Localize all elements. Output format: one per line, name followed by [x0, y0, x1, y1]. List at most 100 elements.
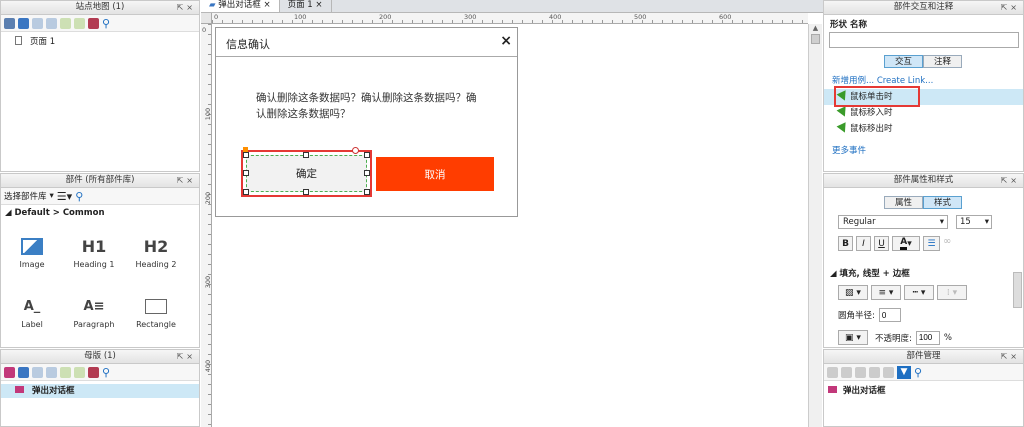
panel-pin-icon[interactable]: ⇱×	[1001, 1, 1020, 14]
indent-icon[interactable]	[60, 17, 71, 29]
panel-pin-icon[interactable]: ⇱×	[177, 1, 196, 14]
sitemap-header: 站点地图 (1) ⇱×	[1, 1, 199, 15]
widget-label-item[interactable]: A_ Label	[1, 292, 63, 330]
chevron-down-icon: ▾	[939, 217, 944, 227]
opacity-input[interactable]	[915, 330, 940, 345]
move-up-icon[interactable]	[32, 366, 43, 378]
tab-style[interactable]: 样式	[923, 196, 963, 209]
event-mouse-enter[interactable]: 鼠标移入时	[824, 105, 1023, 121]
line-style-button[interactable]: ┅ ▾	[904, 285, 934, 300]
library-select[interactable]: 选择部件库	[4, 190, 47, 202]
move-down-icon[interactable]	[869, 366, 880, 378]
italic-button[interactable]: I	[856, 236, 871, 251]
font-color-button[interactable]: A ▾	[892, 236, 920, 251]
tab-dialog[interactable]: ▰ 弹出对话框 ×	[201, 0, 280, 12]
font-size-select[interactable]: 15 ▾	[956, 215, 992, 229]
scroll-thumb[interactable]	[811, 34, 820, 44]
resize-handle[interactable]	[243, 189, 249, 195]
add-folder-icon[interactable]	[18, 17, 29, 29]
widget-row: Image H1 Heading 1 H2 Heading 2	[1, 232, 199, 270]
more-events-link[interactable]: 更多事件	[832, 144, 866, 156]
rotation-handle-icon[interactable]	[352, 147, 359, 154]
bold-button[interactable]: B	[838, 236, 853, 251]
widget-rectangle[interactable]: Rectangle	[125, 292, 187, 329]
tab-interactions[interactable]: 交互	[884, 55, 924, 68]
tab-label: 页面 1	[287, 0, 313, 10]
widgets-panel: 部件 (所有部件库) ⇱× 选择部件库 ▾ ☰▾ ⚲ ◢ Default > Com…	[0, 173, 200, 348]
panel-pin-icon[interactable]: ⇱×	[1001, 174, 1020, 187]
move-up-icon[interactable]	[32, 17, 43, 29]
add-master-icon[interactable]	[4, 366, 15, 378]
move-down-icon[interactable]	[46, 366, 57, 378]
indent-icon[interactable]	[60, 366, 71, 378]
create-link[interactable]: Create Link...	[877, 76, 933, 86]
menu-icon[interactable]: ☰▾	[57, 190, 72, 203]
radius-input[interactable]	[878, 308, 901, 322]
page-item[interactable]: 页面 1	[1, 35, 199, 49]
panel-pin-icon[interactable]: ⇱×	[177, 350, 196, 363]
search-icon[interactable]: ⚲	[914, 366, 922, 379]
vertical-ruler: 0 100 200 300 400	[201, 24, 212, 427]
add-state-icon[interactable]	[827, 366, 838, 378]
add-page-icon[interactable]	[4, 17, 15, 29]
delete-icon[interactable]	[883, 366, 894, 378]
border-visibility-button[interactable]: ⁞ ▾	[937, 285, 967, 300]
underline-button[interactable]: U	[874, 236, 889, 251]
tab-notes[interactable]: 注释	[923, 55, 963, 68]
widget-heading1[interactable]: H1 Heading 1	[63, 232, 125, 270]
tab-page1[interactable]: 页面 1 ×	[280, 0, 332, 12]
font-color-icon: A	[900, 237, 908, 250]
interaction-panel: 部件交互和注释 ⇱× 形状 名称 交互 注释 新增用例... Create Link…	[823, 0, 1024, 172]
resize-handle[interactable]	[364, 152, 370, 158]
resize-handle[interactable]	[364, 170, 370, 176]
fill-bucket-button[interactable]: ▣ ▾	[838, 330, 868, 345]
fill-color-button[interactable]: ▨ ▾	[838, 285, 868, 300]
filter-icon[interactable]: ▼	[897, 365, 911, 379]
category-label: Default > Common	[14, 208, 105, 218]
move-up-icon[interactable]	[855, 366, 866, 378]
close-icon[interactable]: ×	[315, 0, 322, 10]
resize-handle[interactable]	[303, 152, 309, 158]
canvas-scrollbar[interactable]: ▲	[808, 24, 822, 427]
add-folder-icon[interactable]	[18, 366, 29, 378]
master-item[interactable]: 弹出对话框	[1, 384, 199, 398]
delete-icon[interactable]	[88, 366, 99, 378]
new-case-link[interactable]: 新增用例...	[832, 76, 874, 86]
category-header[interactable]: ◢ Default > Common	[1, 205, 199, 221]
panel-pin-icon[interactable]: ⇱×	[1001, 350, 1020, 363]
event-mouse-leave[interactable]: 鼠标移出时	[824, 121, 1023, 137]
chevron-down-icon[interactable]: ▾	[50, 191, 54, 201]
radius-row: 圆角半径:	[838, 308, 901, 322]
outdent-icon[interactable]	[74, 17, 85, 29]
font-weight-select[interactable]: Regular ▾	[838, 215, 948, 229]
move-down-icon[interactable]	[46, 17, 57, 29]
resize-handle[interactable]	[303, 189, 309, 195]
style-header: 部件属性和样式 ⇱×	[824, 174, 1023, 188]
widget-heading2[interactable]: H2 Heading 2	[125, 232, 187, 270]
delete-icon[interactable]	[88, 17, 99, 29]
close-icon[interactable]: ×	[263, 0, 270, 10]
resize-handle[interactable]	[243, 152, 249, 158]
cancel-button[interactable]: 取消	[376, 157, 494, 191]
outdent-icon[interactable]	[74, 366, 85, 378]
confirm-button[interactable]: 确定	[246, 155, 367, 192]
resize-handle[interactable]	[364, 189, 370, 195]
fill-section[interactable]: ◢ 填充, 线型 + 边框	[830, 267, 910, 279]
tab-label: 弹出对话框	[218, 0, 261, 10]
search-icon[interactable]: ⚲	[102, 366, 110, 379]
search-icon[interactable]: ⚲	[75, 190, 83, 203]
close-icon[interactable]: ×	[500, 33, 512, 49]
resize-handle[interactable]	[243, 170, 249, 176]
search-icon[interactable]: ⚲	[102, 17, 110, 30]
bullet-list-button[interactable]: ☰	[923, 236, 940, 251]
widget-image[interactable]: Image	[1, 232, 63, 269]
scroll-up-icon[interactable]: ▲	[809, 24, 822, 32]
line-weight-button[interactable]: ≡ ▾	[871, 285, 901, 300]
widget-paragraph[interactable]: A≡ Paragraph	[63, 292, 125, 330]
style-scrollbar[interactable]	[1013, 272, 1022, 308]
duplicate-icon[interactable]	[841, 366, 852, 378]
panel-pin-icon[interactable]: ⇱×	[177, 174, 196, 187]
shape-name-input[interactable]	[829, 32, 1019, 48]
manager-item[interactable]: 弹出对话框	[824, 384, 1023, 398]
tab-properties[interactable]: 属性	[884, 196, 924, 209]
